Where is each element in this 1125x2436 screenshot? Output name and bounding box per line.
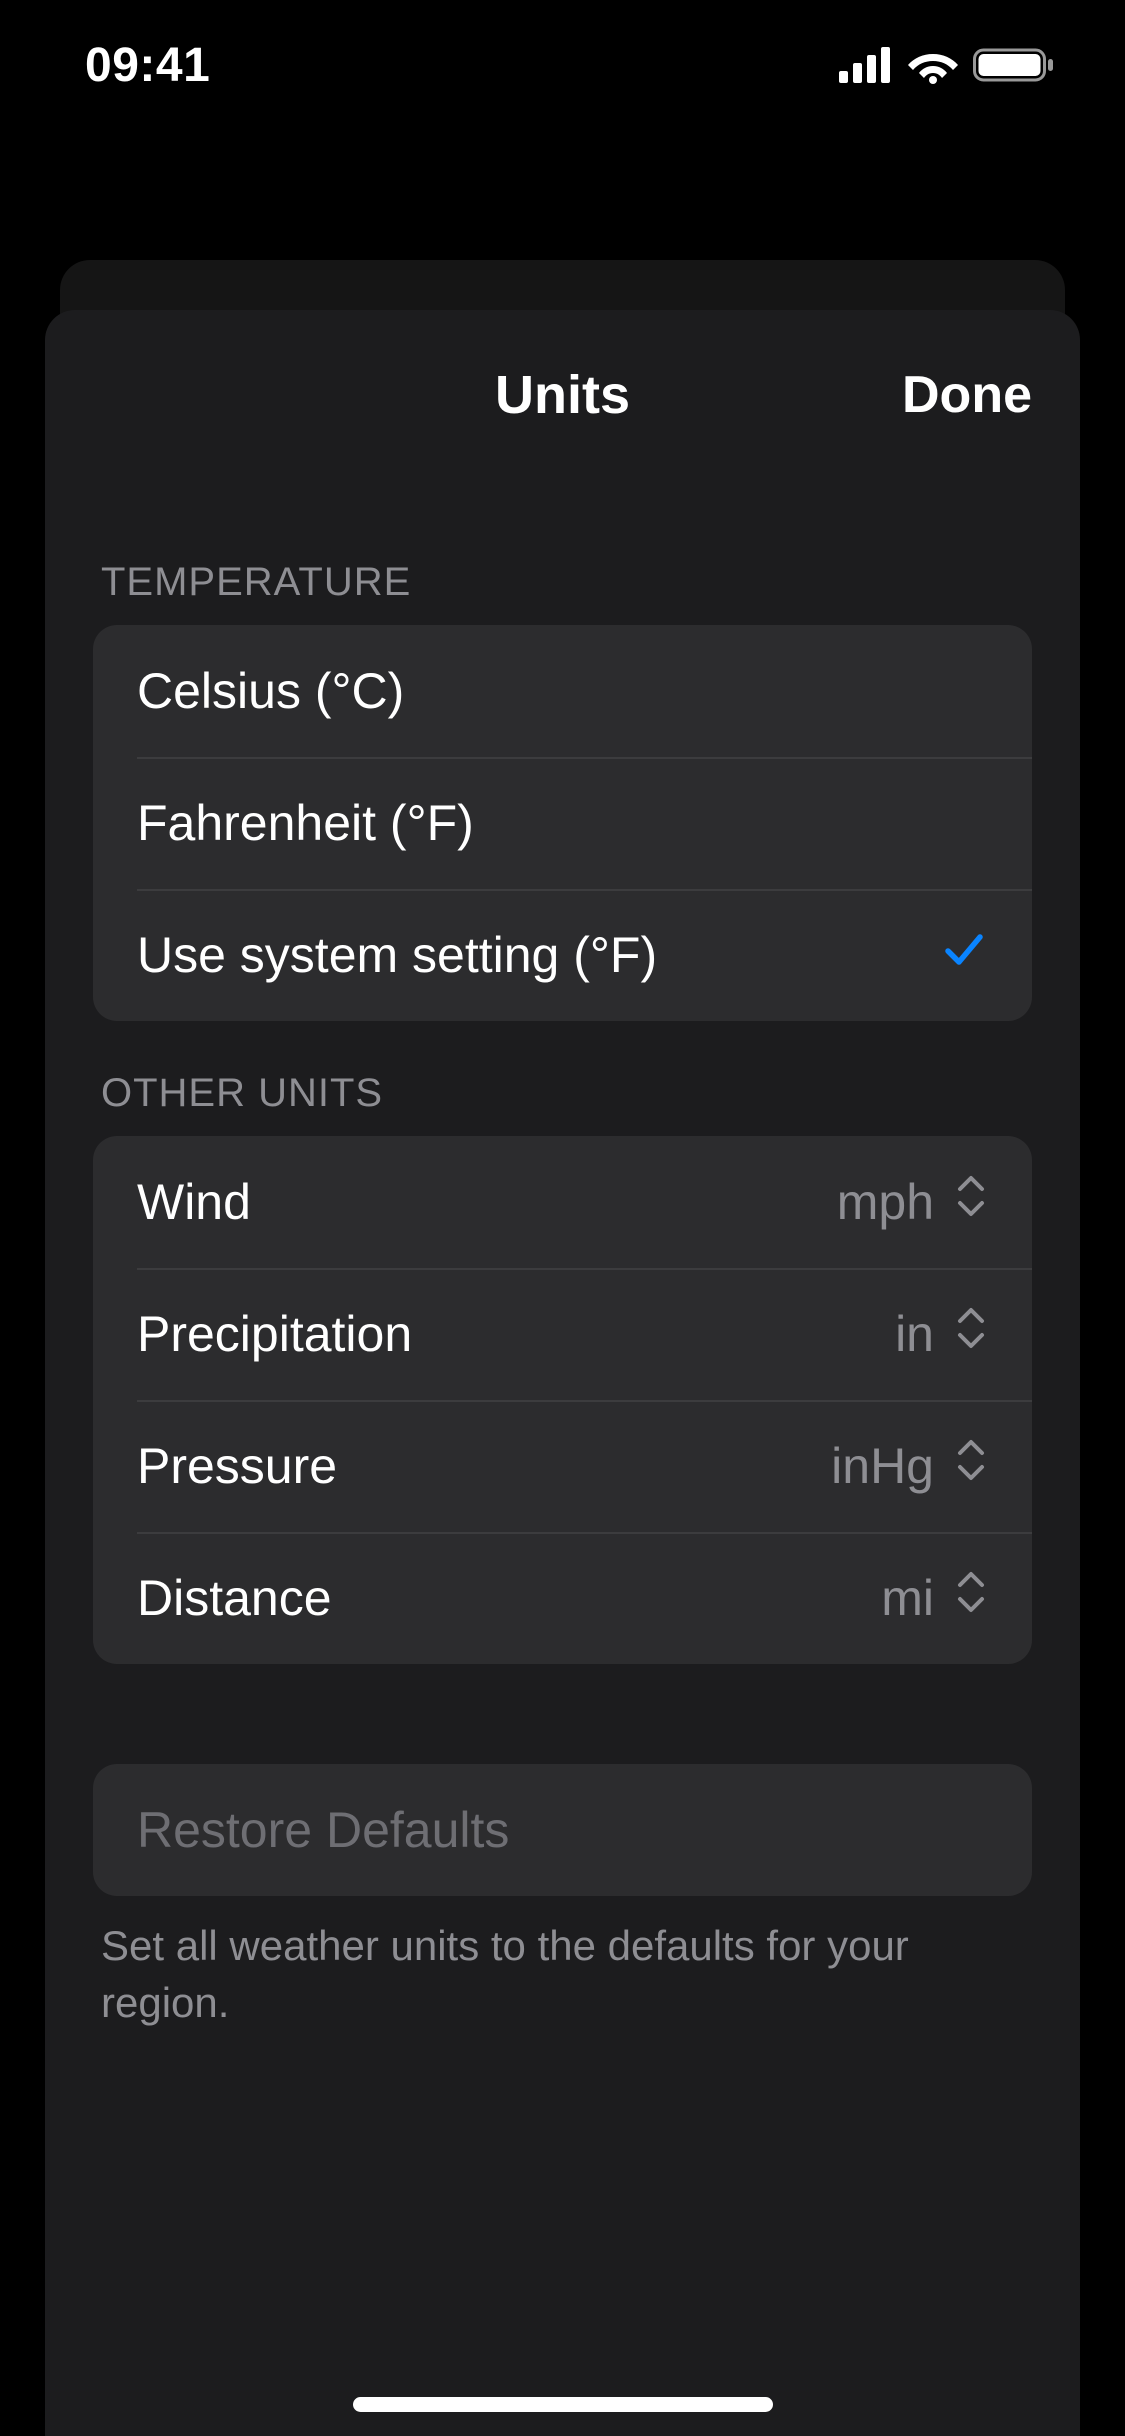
pressure-value-cell: inHg [831,1437,988,1495]
sheet-content: TEMPERATURE Celsius (°C) Fahrenheit (°F)… [45,480,1080,2031]
units-sheet: Units Done TEMPERATURE Celsius (°C) Fahr… [45,310,1080,2436]
temperature-option-fahrenheit[interactable]: Fahrenheit (°F) [93,757,1032,889]
precipitation-label: Precipitation [137,1305,412,1363]
pressure-value: inHg [831,1437,934,1495]
sheet-title: Units [495,364,630,426]
restore-defaults-label: Restore Defaults [137,1801,509,1859]
up-down-icon [954,1569,988,1627]
section-header-other-units: OTHER UNITS [93,1021,1032,1136]
up-down-icon [954,1305,988,1363]
temperature-option-system[interactable]: Use system setting (°F) [93,889,1032,1021]
other-units-group: Wind mph Precipitation in [93,1136,1032,1664]
option-label: Fahrenheit (°F) [137,794,474,852]
option-label: Use system setting (°F) [137,926,657,984]
distance-row[interactable]: Distance mi [93,1532,1032,1664]
distance-label: Distance [137,1569,332,1627]
wind-value: mph [837,1173,934,1231]
status-indicators [839,46,1055,84]
checkmark-icon [940,925,988,985]
distance-value-cell: mi [881,1569,988,1627]
precipitation-value-cell: in [895,1305,988,1363]
done-button[interactable]: Done [902,365,1032,425]
wind-value-cell: mph [837,1173,988,1231]
distance-value: mi [881,1569,934,1627]
home-indicator [353,2397,773,2412]
wifi-icon [907,46,959,84]
restore-defaults-button[interactable]: Restore Defaults [93,1764,1032,1896]
up-down-icon [954,1437,988,1495]
sheet-header: Units Done [45,310,1080,480]
cellular-icon [839,47,893,83]
wind-label: Wind [137,1173,251,1231]
precipitation-value: in [895,1305,934,1363]
temperature-group: Celsius (°C) Fahrenheit (°F) Use system … [93,625,1032,1021]
up-down-icon [954,1173,988,1231]
battery-icon [973,46,1055,84]
pressure-row[interactable]: Pressure inHg [93,1400,1032,1532]
restore-footer-text: Set all weather units to the defaults fo… [93,1896,1032,2031]
status-bar: 09:41 [0,0,1125,130]
wind-row[interactable]: Wind mph [93,1136,1032,1268]
option-label: Celsius (°C) [137,662,404,720]
temperature-option-celsius[interactable]: Celsius (°C) [93,625,1032,757]
pressure-label: Pressure [137,1437,337,1495]
status-time: 09:41 [85,38,210,93]
precipitation-row[interactable]: Precipitation in [93,1268,1032,1400]
section-header-temperature: TEMPERATURE [93,520,1032,625]
